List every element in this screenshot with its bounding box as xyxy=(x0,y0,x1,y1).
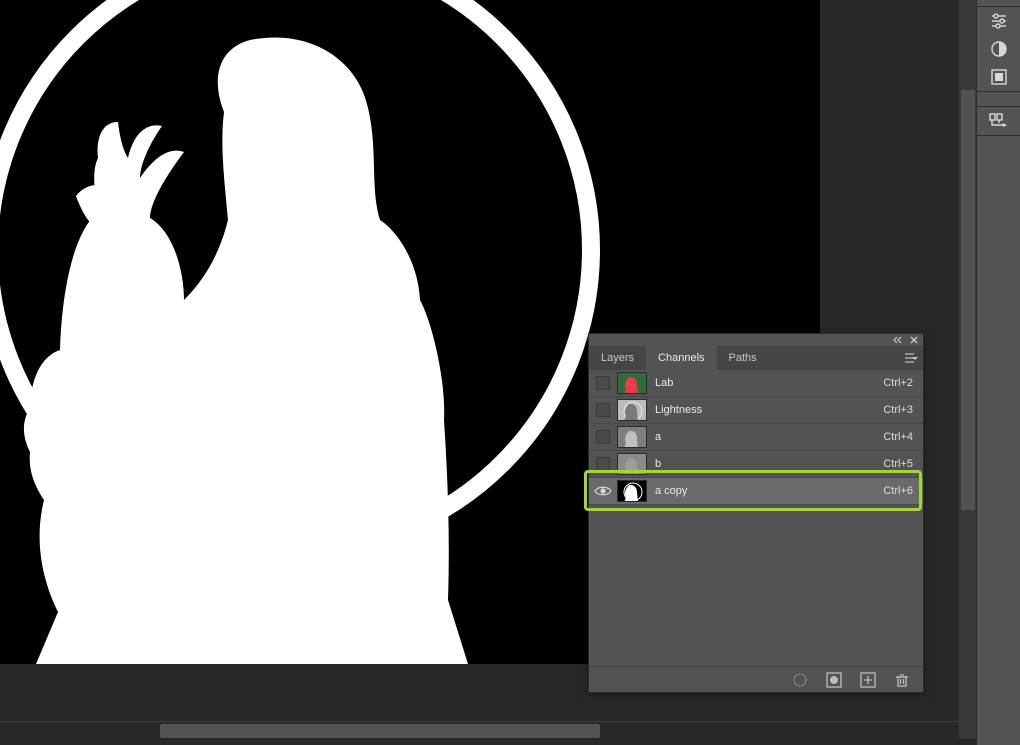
visibility-empty-box xyxy=(596,403,610,417)
channel-row[interactable]: a copyCtrl+6 xyxy=(589,478,923,505)
channel-shortcut: Ctrl+5 xyxy=(883,458,913,470)
channel-visibility-toggle[interactable] xyxy=(589,424,617,451)
visibility-empty-box xyxy=(596,457,610,471)
adjustments-icon[interactable] xyxy=(977,7,1020,35)
channels-panel: Layers Channels Paths LabCtrl+2Lightness… xyxy=(588,333,924,693)
contrast-icon[interactable] xyxy=(977,35,1020,63)
vertical-scrollbar[interactable] xyxy=(958,0,976,739)
save-selection-as-channel-icon[interactable] xyxy=(825,671,843,689)
channel-thumbnail xyxy=(617,372,647,394)
channel-shortcut: Ctrl+4 xyxy=(883,431,913,443)
mask-icon[interactable] xyxy=(977,63,1020,91)
channel-thumbnail xyxy=(617,399,647,421)
channel-row[interactable]: LightnessCtrl+3 xyxy=(589,397,923,424)
tab-channels[interactable]: Channels xyxy=(646,346,716,370)
channel-list: LabCtrl+2LightnessCtrl+3aCtrl+4bCtrl+5a … xyxy=(589,370,923,666)
panel-header xyxy=(589,334,923,346)
channel-shortcut: Ctrl+2 xyxy=(883,377,913,389)
channel-thumbnail xyxy=(617,453,647,475)
new-channel-icon[interactable] xyxy=(859,671,877,689)
visibility-empty-box xyxy=(596,376,610,390)
channel-row[interactable]: LabCtrl+2 xyxy=(589,370,923,397)
right-dock xyxy=(976,0,1020,745)
horizontal-scrollbar-thumb[interactable] xyxy=(160,724,600,738)
load-selection-icon[interactable] xyxy=(791,671,809,689)
tab-label: Layers xyxy=(601,352,634,364)
eye-icon xyxy=(594,485,612,497)
channel-visibility-toggle[interactable] xyxy=(589,478,617,505)
tab-layers[interactable]: Layers xyxy=(589,346,646,370)
tab-paths[interactable]: Paths xyxy=(717,346,769,370)
channel-shortcut: Ctrl+3 xyxy=(883,404,913,416)
channel-name: a xyxy=(655,431,883,443)
panel-tabs: Layers Channels Paths xyxy=(589,346,923,370)
tab-label: Paths xyxy=(729,352,757,364)
channel-shortcut: Ctrl+6 xyxy=(883,485,913,497)
panel-collapse-icon[interactable] xyxy=(893,335,903,345)
channel-thumbnail xyxy=(617,480,647,502)
channel-name: Lightness xyxy=(655,404,883,416)
panel-menu-icon[interactable] xyxy=(903,350,919,366)
visibility-empty-box xyxy=(596,430,610,444)
channel-visibility-toggle[interactable] xyxy=(589,451,617,478)
delete-channel-icon[interactable] xyxy=(893,671,911,689)
tab-label: Channels xyxy=(658,352,704,364)
channel-visibility-toggle[interactable] xyxy=(589,397,617,424)
vertical-scrollbar-thumb[interactable] xyxy=(961,90,975,510)
panel-footer xyxy=(589,666,923,692)
channel-name: a copy xyxy=(655,485,883,497)
channel-visibility-toggle[interactable] xyxy=(589,370,617,397)
horizontal-scrollbar[interactable] xyxy=(0,721,976,739)
panel-close-icon[interactable] xyxy=(909,335,919,345)
channel-row[interactable]: bCtrl+5 xyxy=(589,451,923,478)
channel-name: Lab xyxy=(655,377,883,389)
steps-icon[interactable] xyxy=(977,107,1020,135)
channel-name: b xyxy=(655,458,883,470)
channel-thumbnail xyxy=(617,426,647,448)
channel-row[interactable]: aCtrl+4 xyxy=(589,424,923,451)
